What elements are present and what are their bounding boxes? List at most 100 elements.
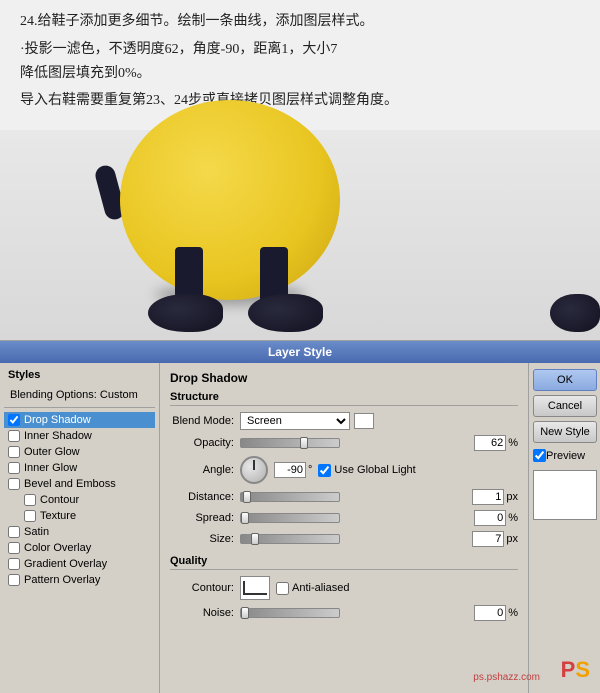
style-gradient-overlay[interactable]: Gradient Overlay	[4, 556, 155, 572]
style-color-overlay[interactable]: Color Overlay	[4, 540, 155, 556]
style-satin[interactable]: Satin	[4, 524, 155, 540]
outer-glow-checkbox[interactable]	[8, 446, 20, 458]
inner-shadow-label: Inner Shadow	[24, 430, 92, 442]
ok-button[interactable]: OK	[533, 369, 597, 391]
pattern-overlay-checkbox[interactable]	[8, 574, 20, 586]
preview-label: Preview	[546, 450, 585, 462]
tutorial-line3: 降低图层填充到0%。	[20, 62, 590, 86]
size-slider[interactable]	[240, 534, 340, 544]
opacity-unit: %	[508, 437, 518, 449]
noise-slider-container	[240, 608, 474, 618]
noise-unit: %	[508, 607, 518, 619]
tutorial-text: 24.给鞋子添加更多细节。绘制一条曲线，添加图层样式。 ·投影一滤色，不透明度6…	[20, 10, 590, 113]
spread-input[interactable]	[474, 510, 506, 526]
gradient-overlay-label: Gradient Overlay	[24, 558, 107, 570]
noise-slider[interactable]	[240, 608, 340, 618]
preview-checkbox[interactable]	[533, 449, 546, 462]
global-light-checkbox[interactable]	[318, 464, 331, 477]
distance-thumb	[243, 491, 251, 503]
distance-label: Distance:	[170, 491, 240, 503]
anti-aliased-label: Anti-aliased	[276, 582, 349, 595]
noise-row: Noise: %	[170, 605, 518, 621]
image-area: 24.给鞋子添加更多细节。绘制一条曲线，添加图层样式。 ·投影一滤色，不透明度6…	[0, 0, 600, 340]
noise-thumb	[241, 607, 249, 619]
style-contour[interactable]: Contour	[4, 492, 155, 508]
global-light-label: Use Global Light	[318, 464, 415, 477]
spread-slider[interactable]	[240, 513, 340, 523]
color-overlay-checkbox[interactable]	[8, 542, 20, 554]
inner-shadow-checkbox[interactable]	[8, 430, 20, 442]
color-overlay-label: Color Overlay	[24, 542, 91, 554]
ps-text-p: P	[561, 657, 576, 682]
distance-row: Distance: px	[170, 489, 518, 505]
gradient-overlay-checkbox[interactable]	[8, 558, 20, 570]
size-row: Size: px	[170, 531, 518, 547]
style-drop-shadow[interactable]: Drop Shadow	[4, 412, 155, 428]
new-style-button[interactable]: New Style	[533, 421, 597, 443]
drop-shadow-checkbox[interactable]	[8, 414, 20, 426]
angle-label: Angle:	[170, 464, 240, 476]
tutorial-line4: 导入右鞋需要重复第23、24步或直接拷贝图层样式调整角度。	[20, 89, 590, 113]
style-texture[interactable]: Texture	[4, 508, 155, 524]
spread-thumb	[241, 512, 249, 524]
angle-input[interactable]	[274, 462, 306, 478]
shoe-left	[148, 294, 223, 332]
shoe-partial	[550, 294, 600, 332]
texture-label: Texture	[40, 510, 76, 522]
anti-aliased-checkbox[interactable]	[276, 582, 289, 595]
blend-color-box[interactable]	[354, 413, 374, 429]
style-bevel-emboss[interactable]: Bevel and Emboss	[4, 476, 155, 492]
pattern-overlay-label: Pattern Overlay	[24, 574, 100, 586]
satin-checkbox[interactable]	[8, 526, 20, 538]
mm-body	[120, 100, 340, 300]
style-outer-glow[interactable]: Outer Glow	[4, 444, 155, 460]
distance-slider-container	[240, 492, 472, 502]
bevel-emboss-checkbox[interactable]	[8, 478, 20, 490]
blend-mode-select[interactable]: Screen Normal Multiply	[240, 412, 350, 430]
dialog-titlebar: Layer Style	[0, 341, 600, 363]
spread-slider-container	[240, 513, 474, 523]
tutorial-line1: 24.给鞋子添加更多细节。绘制一条曲线，添加图层样式。	[20, 10, 590, 34]
noise-input[interactable]	[474, 605, 506, 621]
satin-label: Satin	[24, 526, 49, 538]
inner-glow-checkbox[interactable]	[8, 462, 20, 474]
opacity-slider[interactable]	[240, 438, 340, 448]
opacity-thumb	[300, 437, 308, 449]
style-inner-glow[interactable]: Inner Glow	[4, 460, 155, 476]
contour-checkbox[interactable]	[24, 494, 36, 506]
distance-input[interactable]	[472, 489, 504, 505]
tutorial-line2: ·投影一滤色，不透明度62，角度-90，距离1，大小7	[20, 38, 590, 62]
noise-label: Noise:	[170, 607, 240, 619]
dialog-body: Styles Blending Options: Custom Drop Sha…	[0, 363, 600, 693]
style-inner-shadow[interactable]: Inner Shadow	[4, 428, 155, 444]
outer-glow-label: Outer Glow	[24, 446, 80, 458]
character-scene	[0, 130, 600, 340]
size-input[interactable]	[472, 531, 504, 547]
contour-row: Contour: Anti-aliased	[170, 576, 518, 600]
quality-title: Quality	[170, 555, 518, 570]
cancel-button[interactable]: Cancel	[533, 395, 597, 417]
shoe-right	[248, 294, 323, 332]
styles-panel: Styles Blending Options: Custom Drop Sha…	[0, 363, 160, 693]
distance-unit: px	[506, 491, 518, 503]
opacity-input[interactable]	[474, 435, 506, 451]
ps-text-s: S	[575, 657, 590, 682]
ps-logo: PS	[561, 657, 590, 683]
size-unit: px	[506, 533, 518, 545]
opacity-label: Opacity:	[170, 437, 240, 449]
size-label: Size:	[170, 533, 240, 545]
preview-checkbox-container: Preview	[533, 449, 596, 462]
site-text: ps.pshazz.com	[473, 672, 540, 683]
distance-slider[interactable]	[240, 492, 340, 502]
style-pattern-overlay[interactable]: Pattern Overlay	[4, 572, 155, 588]
blending-options[interactable]: Blending Options: Custom	[4, 387, 155, 403]
opacity-slider-container	[240, 438, 474, 448]
section-title: Drop Shadow	[170, 371, 518, 385]
angle-dial[interactable]	[240, 456, 268, 484]
texture-checkbox[interactable]	[24, 510, 36, 522]
anti-aliased-text: Anti-aliased	[292, 582, 349, 594]
blend-mode-row: Blend Mode: Screen Normal Multiply	[170, 412, 518, 430]
contour-preview[interactable]	[240, 576, 270, 600]
contour-label: Contour	[40, 494, 79, 506]
spread-label: Spread:	[170, 512, 240, 524]
